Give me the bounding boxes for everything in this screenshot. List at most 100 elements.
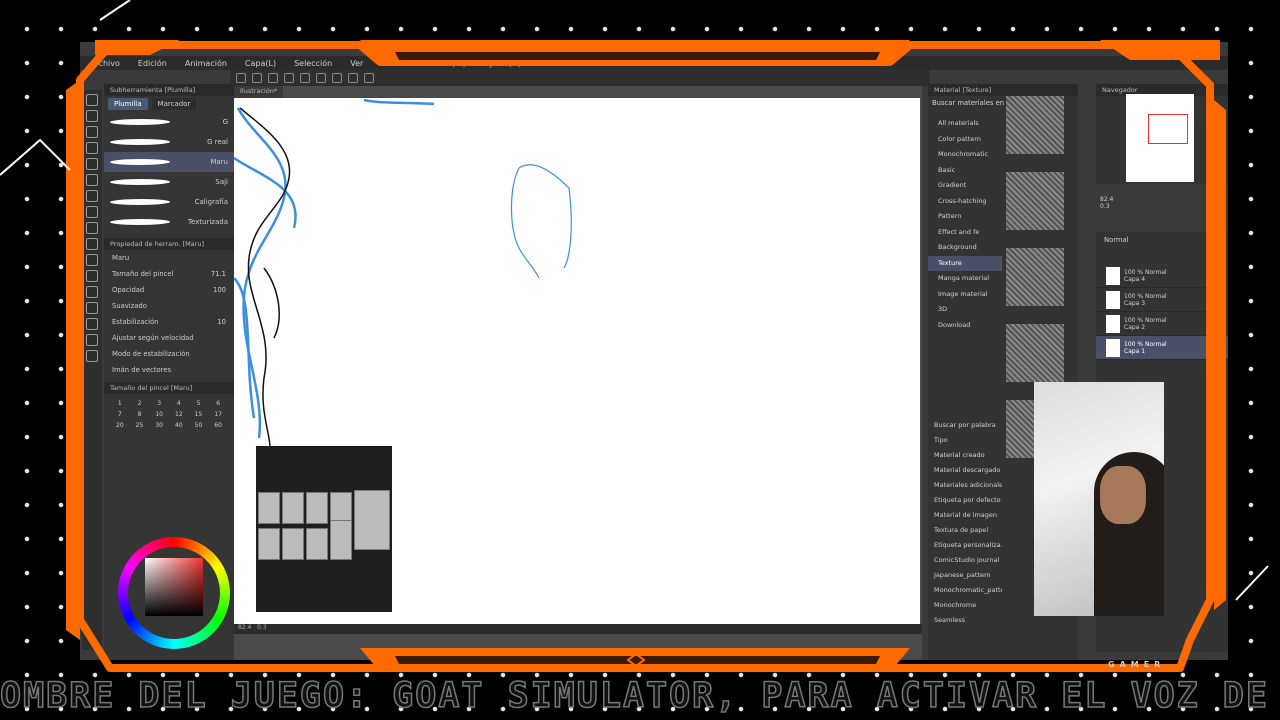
- size-option[interactable]: 8: [132, 411, 148, 418]
- zoom-tool-icon[interactable]: [86, 94, 98, 106]
- reference-thumb[interactable]: [306, 492, 328, 524]
- brush-item-texturizada[interactable]: Texturizada: [104, 212, 234, 232]
- size-option[interactable]: 10: [151, 411, 167, 418]
- brush-tool-icon[interactable]: [86, 206, 98, 218]
- menu-archivo[interactable]: Archivo: [90, 59, 120, 68]
- tag-item[interactable]: Materiales adicionales: [928, 478, 1002, 493]
- tag-item[interactable]: Etiqueta personaliza...: [928, 538, 1002, 553]
- tag-item[interactable]: Monochrome: [928, 598, 1002, 613]
- tag-item[interactable]: Material de imagen: [928, 508, 1002, 523]
- layer-row[interactable]: 100 % Normal Capa 3: [1096, 288, 1228, 312]
- menu-capa[interactable]: Capa(L): [245, 59, 276, 68]
- tag-item[interactable]: Material creado: [928, 448, 1002, 463]
- text-tool-icon[interactable]: [86, 318, 98, 330]
- redo-icon[interactable]: [300, 73, 310, 83]
- transform-icon[interactable]: [316, 73, 326, 83]
- size-option[interactable]: 6: [210, 400, 226, 407]
- size-option[interactable]: 3: [151, 400, 167, 407]
- gradient-tool-icon[interactable]: [86, 270, 98, 282]
- navigator-viewport-box[interactable]: [1148, 114, 1188, 144]
- blend-mode-select[interactable]: Normal: [1096, 232, 1228, 248]
- reference-thumb[interactable]: [282, 528, 304, 560]
- tag-item[interactable]: Monochromatic_patte: [928, 583, 1002, 598]
- stabilization-row[interactable]: Estabilización 10: [104, 314, 234, 330]
- eraser-tool-icon[interactable]: [86, 238, 98, 250]
- balloon-tool-icon[interactable]: [86, 334, 98, 346]
- size-row[interactable]: Tamaño del pincel 71.1: [104, 266, 234, 282]
- zoom-readout[interactable]: 82.4: [238, 624, 251, 631]
- texture-thumb[interactable]: [1006, 248, 1064, 306]
- tab-marcador[interactable]: Marcador: [151, 98, 197, 110]
- reference-thumb[interactable]: [282, 492, 304, 524]
- tree-item[interactable]: Manga material: [928, 271, 1002, 287]
- menu-animacion[interactable]: Animación: [185, 59, 227, 68]
- layer-row[interactable]: 100 % Normal Capa 2: [1096, 312, 1228, 336]
- tree-item-selected[interactable]: Texture: [928, 255, 1002, 271]
- brush-item-saji[interactable]: Saji: [104, 172, 234, 192]
- texture-thumb[interactable]: [1006, 96, 1064, 154]
- tree-item[interactable]: 3D: [928, 302, 1002, 318]
- tag-item[interactable]: Textura de papel: [928, 523, 1002, 538]
- drawing-canvas[interactable]: [234, 98, 920, 624]
- size-option[interactable]: 4: [171, 400, 187, 407]
- menu-ayuda[interactable]: Ayuda(H): [484, 59, 521, 68]
- undo-icon[interactable]: [284, 73, 294, 83]
- tag-item[interactable]: Seamless: [928, 613, 1002, 628]
- size-option[interactable]: 40: [171, 422, 187, 429]
- tab-plumilla[interactable]: Plumilla: [108, 98, 148, 110]
- help-icon[interactable]: [364, 73, 374, 83]
- tag-search[interactable]: Buscar por palabra: [928, 418, 1002, 433]
- tag-item[interactable]: ComicStudio journal: [928, 553, 1002, 568]
- menu-filtro[interactable]: Filtro: [381, 59, 401, 68]
- size-option[interactable]: 30: [151, 422, 167, 429]
- size-option[interactable]: 7: [112, 411, 128, 418]
- tag-item[interactable]: Etiqueta por defecto: [928, 493, 1002, 508]
- tree-item[interactable]: Pattern: [928, 209, 1002, 225]
- size-option[interactable]: 5: [191, 400, 207, 407]
- opacity-value[interactable]: 100: [213, 286, 226, 294]
- brush-item-g-real[interactable]: G real: [104, 132, 234, 152]
- size-option[interactable]: 17: [210, 411, 226, 418]
- move-tool-icon[interactable]: [86, 110, 98, 122]
- tree-item[interactable]: Download: [928, 318, 1002, 334]
- angle-readout[interactable]: 0.3: [257, 624, 267, 631]
- menu-seleccion[interactable]: Selección: [294, 59, 332, 68]
- smoothing-row[interactable]: Suavizado: [104, 298, 234, 314]
- speed-checkbox-row[interactable]: Ajustar según velocidad: [104, 330, 234, 346]
- open-file-icon[interactable]: [252, 73, 262, 83]
- document-tab[interactable]: Ilustración*: [234, 86, 284, 98]
- texture-thumb[interactable]: [1006, 324, 1064, 382]
- pen-tool-icon[interactable]: [86, 174, 98, 186]
- fill-tool-icon[interactable]: [86, 254, 98, 266]
- lasso-tool-icon[interactable]: [86, 142, 98, 154]
- menu-edicion[interactable]: Edición: [138, 59, 167, 68]
- size-option[interactable]: 20: [112, 422, 128, 429]
- texture-thumb[interactable]: [1006, 172, 1064, 230]
- tree-item[interactable]: Cross-hatching: [928, 194, 1002, 210]
- reference-thumb[interactable]: [258, 492, 280, 524]
- reference-thumb[interactable]: [354, 490, 390, 550]
- tag-item[interactable]: Japanese_pattern: [928, 568, 1002, 583]
- frame-tool-icon[interactable]: [86, 302, 98, 314]
- figure-tool-icon[interactable]: [86, 286, 98, 298]
- navigator-preview[interactable]: [1126, 94, 1194, 182]
- navigator-angle[interactable]: 0.3: [1100, 203, 1110, 210]
- brush-item-g[interactable]: G: [104, 112, 234, 132]
- menu-ventana[interactable]: Ventana(W): [419, 59, 466, 68]
- reference-thumb[interactable]: [330, 520, 352, 560]
- tree-item[interactable]: Color pattern: [928, 132, 1002, 148]
- size-value[interactable]: 71.1: [211, 270, 226, 278]
- brush-item-caligrafia[interactable]: Caligrafía: [104, 192, 234, 212]
- size-option[interactable]: 12: [171, 411, 187, 418]
- opacity-row[interactable]: Opacidad 100: [104, 282, 234, 298]
- vector-magnet-row[interactable]: Imán de vectores: [104, 362, 234, 378]
- airbrush-tool-icon[interactable]: [86, 222, 98, 234]
- size-option[interactable]: 60: [210, 422, 226, 429]
- reference-thumb[interactable]: [258, 528, 280, 560]
- snap-icon[interactable]: [348, 73, 358, 83]
- navigator-zoom[interactable]: 82.4: [1100, 196, 1113, 203]
- save-icon[interactable]: [268, 73, 278, 83]
- tag-item[interactable]: Material descargado: [928, 463, 1002, 478]
- tree-item[interactable]: Background: [928, 240, 1002, 256]
- tree-item[interactable]: Gradient: [928, 178, 1002, 194]
